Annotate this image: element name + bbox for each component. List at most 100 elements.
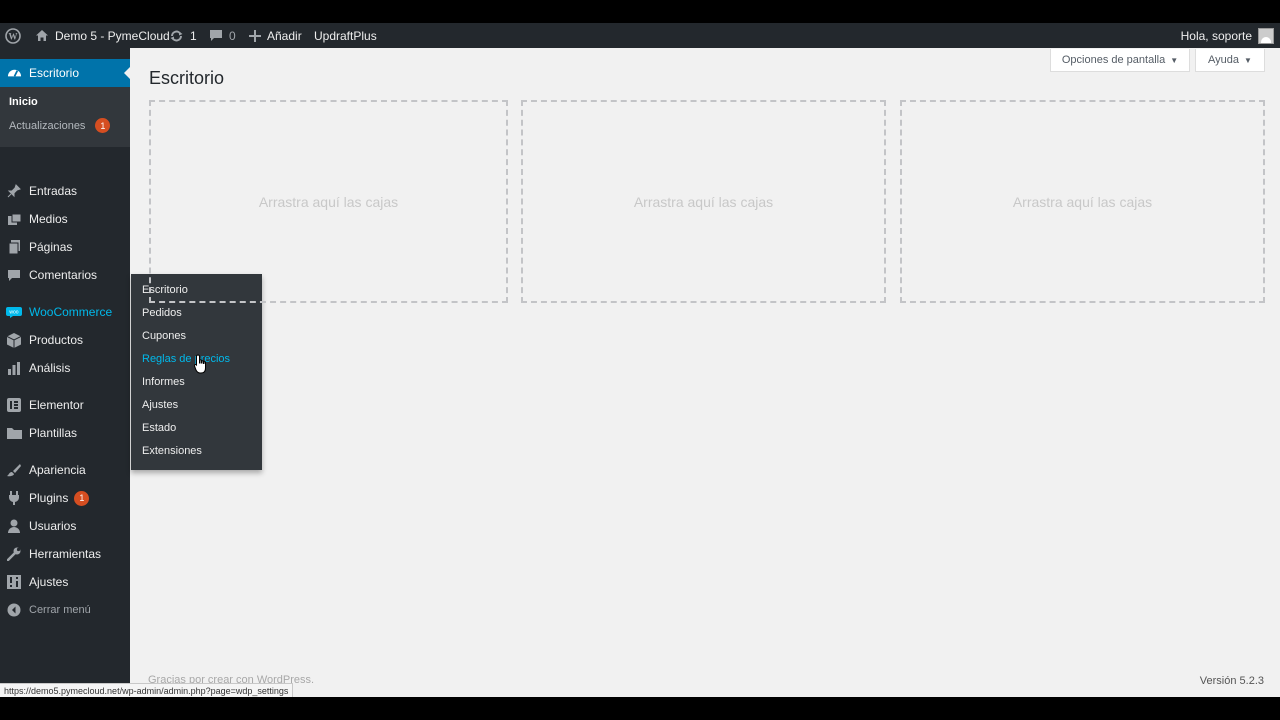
flyout-item-pedidos[interactable]: Pedidos: [142, 307, 182, 319]
user-icon: [6, 518, 22, 534]
dashboard-icon: [6, 65, 22, 81]
menu-paginas[interactable]: Páginas: [0, 233, 130, 261]
collapse-icon: [6, 602, 22, 618]
menu-apariencia-label: Apariencia: [29, 463, 86, 477]
menu-comentarios-label: Comentarios: [29, 268, 98, 282]
status-url-bar: https://demo5.pymecloud.net/wp-admin/adm…: [0, 683, 294, 697]
menu-usuarios[interactable]: Usuarios: [0, 512, 130, 540]
help-button[interactable]: Ayuda ▼: [1195, 49, 1265, 72]
chart-icon: [6, 360, 22, 376]
menu-plantillas[interactable]: Plantillas: [0, 419, 130, 447]
dropzone-label: Arrastra aquí las cajas: [633, 193, 774, 210]
refresh-icon: [170, 30, 183, 41]
menu-herramientas-label: Herramientas: [29, 547, 102, 561]
site-name: Demo 5 - PymeCloud: [55, 28, 170, 43]
updraftplus-label: UpdraftPlus: [314, 28, 377, 43]
menu-usuarios-label: Usuarios: [29, 519, 77, 533]
admin-sidebar: Escritorio Inicio Actualizaciones 1 Entr…: [0, 48, 130, 697]
collapse-menu-button[interactable]: Cerrar menú: [0, 596, 130, 624]
media-icon: [6, 211, 22, 227]
menu-productos-label: Productos: [29, 333, 84, 347]
dashboard-submenu: Inicio Actualizaciones 1: [0, 87, 130, 147]
settings-icon: [6, 574, 22, 590]
screen-options-label: Opciones de pantalla: [1061, 54, 1166, 66]
flyout-item-estado[interactable]: Estado: [142, 422, 176, 434]
updraftplus-link[interactable]: UpdraftPlus: [314, 23, 377, 48]
greeting-text: Hola, soporte: [1180, 28, 1252, 43]
elementor-icon: [6, 397, 22, 413]
menu-medios[interactable]: Medios: [0, 205, 130, 233]
screen-options-button[interactable]: Opciones de pantalla ▼: [1050, 49, 1190, 72]
avatar: [1258, 27, 1274, 44]
flyout-item-ajustes[interactable]: Ajustes: [142, 399, 178, 411]
brush-icon: [6, 462, 22, 478]
menu-analisis[interactable]: Análisis: [0, 354, 130, 382]
menu-entradas[interactable]: Entradas: [0, 177, 130, 205]
box-icon: [6, 332, 22, 348]
comment-icon: [6, 267, 22, 283]
menu-herramientas[interactable]: Herramientas: [0, 540, 130, 568]
widget-dropzone[interactable]: Arrastra aquí las cajas: [149, 100, 508, 303]
menu-woocommerce-label: WooCommerce: [29, 305, 113, 319]
submenu-updates[interactable]: Actualizaciones 1: [9, 118, 111, 133]
menu-entradas-label: Entradas: [29, 184, 78, 198]
page-title: Escritorio: [149, 68, 225, 88]
dropzone-label: Arrastra aquí las cajas: [1012, 193, 1153, 210]
widget-dropzone[interactable]: Arrastra aquí las cajas: [900, 100, 1265, 303]
menu-paginas-label: Páginas: [29, 240, 73, 254]
plug-icon: [6, 490, 22, 506]
updates-badge: 1: [95, 118, 111, 133]
woo-icon: woo: [6, 304, 22, 320]
menu-plugins-label: Plugins: [29, 491, 69, 505]
menu-plugins[interactable]: Plugins 1: [0, 484, 130, 512]
menu-plantillas-label: Plantillas: [29, 426, 78, 440]
caret-down-icon: ▼: [1170, 55, 1179, 65]
menu-productos[interactable]: Productos: [0, 326, 130, 354]
plus-icon: [249, 29, 261, 42]
submenu-home-label: Inicio: [9, 96, 38, 108]
menu-comentarios[interactable]: Comentarios: [0, 261, 130, 289]
browser-viewport: W Demo 5 - PymeCloud 1 0 Añadir UpdraftP…: [0, 23, 1280, 697]
add-new-link[interactable]: Añadir: [249, 23, 302, 48]
menu-elementor-label: Elementor: [29, 398, 84, 412]
svg-text:W: W: [9, 31, 18, 41]
menu-elementor[interactable]: Elementor: [0, 391, 130, 419]
admin-bar: W Demo 5 - PymeCloud 1 0 Añadir UpdraftP…: [0, 23, 1280, 48]
home-icon: [36, 30, 48, 41]
flyout-item-informes[interactable]: Informes: [142, 376, 185, 388]
flyout-item-extensiones[interactable]: Extensiones: [142, 445, 202, 457]
pin-icon: [6, 183, 22, 199]
version-text: Versión 5.2.3: [1199, 675, 1264, 687]
pages-icon: [6, 239, 22, 255]
comments-count: 0: [229, 28, 236, 43]
pointer-cursor-icon: [194, 354, 206, 374]
flyout-item-reglas-de-precios[interactable]: Reglas de precios: [142, 353, 230, 365]
flyout-item-cupones[interactable]: Cupones: [142, 330, 186, 342]
updates-link[interactable]: 1: [169, 23, 197, 48]
submenu-home[interactable]: Inicio: [9, 96, 38, 108]
menu-woocommerce[interactable]: woo WooCommerce: [0, 298, 130, 326]
menu-ajustes[interactable]: Ajustes: [0, 568, 130, 596]
widget-dropzone[interactable]: Arrastra aquí las cajas: [521, 100, 886, 303]
comment-icon: [210, 30, 222, 41]
svg-text:woo: woo: [9, 309, 18, 315]
wrench-icon: [6, 546, 22, 562]
menu-dashboard-label: Escritorio: [29, 66, 80, 80]
submenu-updates-label: Actualizaciones: [9, 119, 86, 132]
caret-down-icon: ▼: [1244, 55, 1252, 65]
menu-ajustes-label: Ajustes: [29, 575, 69, 589]
site-name-link[interactable]: Demo 5 - PymeCloud: [35, 23, 170, 48]
menu-dashboard[interactable]: Escritorio: [0, 59, 130, 87]
add-new-label: Añadir: [267, 28, 302, 43]
menu-analisis-label: Análisis: [29, 361, 71, 375]
wordpress-logo-icon[interactable]: W: [5, 23, 21, 48]
folder-icon: [6, 425, 22, 441]
menu-apariencia[interactable]: Apariencia: [0, 456, 130, 484]
help-label: Ayuda: [1208, 54, 1240, 66]
menu-medios-label: Medios: [29, 212, 68, 226]
plugins-badge: 1: [74, 490, 90, 506]
dropzone-label: Arrastra aquí las cajas: [258, 193, 399, 210]
updates-count: 1: [190, 28, 197, 43]
account-menu[interactable]: Hola, soporte: [1181, 23, 1274, 48]
comments-link[interactable]: 0: [209, 23, 236, 48]
